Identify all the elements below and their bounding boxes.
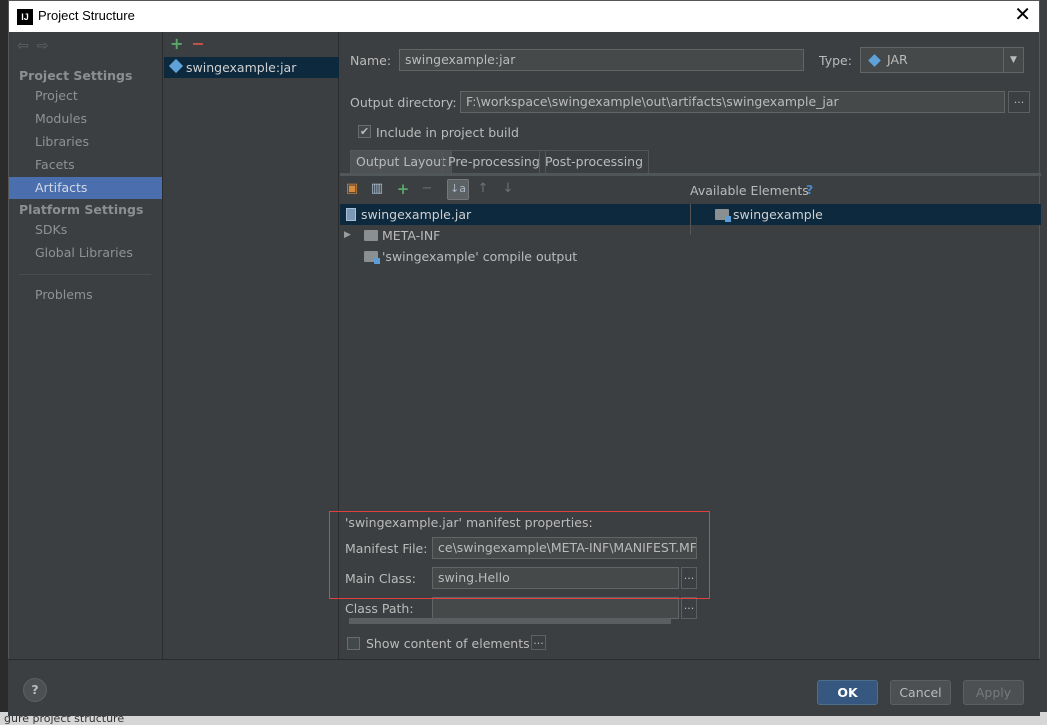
available-item-label: swingexample xyxy=(733,207,823,222)
tree-item-label: 'swingexample' compile output xyxy=(382,249,578,264)
tab-pre-processing[interactable]: Pre-processing xyxy=(442,150,546,173)
show-content-checkbox[interactable] xyxy=(347,637,360,650)
help-button[interactable]: ? xyxy=(23,678,47,702)
sidebar-item-problems[interactable]: Problems xyxy=(9,284,162,306)
type-label: Type: xyxy=(819,53,852,68)
folder-icon xyxy=(364,230,378,241)
add-copy-icon[interactable]: + xyxy=(396,182,410,197)
title-bar: IJ Project Structure ✕ xyxy=(9,1,1039,32)
sidebar-item-project[interactable]: Project xyxy=(9,85,162,107)
include-in-build-label: Include in project build xyxy=(376,125,519,140)
output-directory-browse-button[interactable]: ... xyxy=(1008,91,1030,113)
show-content-options-button[interactable]: ... xyxy=(531,635,546,650)
tree-item-swingexample-jar[interactable]: swingexample.jar xyxy=(340,204,690,225)
arrow-left-icon[interactable]: ⇦ xyxy=(17,38,37,54)
artifacts-list-panel: + − swingexample:jar xyxy=(164,32,339,660)
tree-item-compile-output[interactable]: 'swingexample' compile output xyxy=(340,246,690,267)
nav-arrows: ⇦⇨ xyxy=(17,38,56,54)
background-window-strip xyxy=(0,0,8,725)
jar-artifact-icon xyxy=(168,58,184,74)
dialog-button-bar: ? OK Cancel Apply xyxy=(8,659,1040,716)
available-elements-label: Available Elements xyxy=(690,183,809,198)
ok-button[interactable]: OK xyxy=(817,680,878,705)
tree-item-meta-inf[interactable]: ▶ META-INF xyxy=(340,225,690,246)
show-content-label: Show content of elements xyxy=(366,636,530,651)
sidebar-item-artifacts[interactable]: Artifacts xyxy=(9,177,162,199)
output-directory-label: Output directory: xyxy=(350,95,457,110)
available-elements-help-icon[interactable]: ? xyxy=(806,182,813,197)
jar-icon xyxy=(346,208,356,221)
expand-arrow-icon[interactable]: ▶ xyxy=(344,225,351,246)
sidebar-divider xyxy=(19,274,151,275)
sidebar-item-libraries[interactable]: Libraries xyxy=(9,131,162,153)
chevron-down-icon[interactable]: ▼ xyxy=(1003,48,1023,72)
intellij-app-icon: IJ xyxy=(17,9,33,25)
project-structure-dialog: IJ Project Structure ✕ ⇦⇨ Project Settin… xyxy=(8,0,1041,716)
artifact-item-label: swingexample:jar xyxy=(186,60,297,75)
available-item-swingexample[interactable]: swingexample xyxy=(690,204,1041,225)
output-directory-input[interactable]: F:\workspace\swingexample\out\artifacts\… xyxy=(460,91,1005,113)
class-path-browse-button[interactable]: ... xyxy=(681,597,697,619)
create-archive-icon[interactable]: ▥ xyxy=(370,182,384,196)
panes-divider xyxy=(690,225,691,235)
type-select[interactable]: JAR ▼ xyxy=(860,47,1024,73)
tree-item-label: META-INF xyxy=(382,228,441,243)
apply-button[interactable]: Apply xyxy=(963,680,1024,705)
class-path-input[interactable] xyxy=(432,597,679,619)
close-icon[interactable]: ✕ xyxy=(1014,4,1031,26)
artifact-item-swingexample-jar[interactable]: swingexample:jar xyxy=(164,57,339,78)
module-folder-icon xyxy=(715,209,731,222)
horizontal-scrollbar[interactable] xyxy=(349,618,671,624)
sidebar-item-global-libraries[interactable]: Global Libraries xyxy=(9,242,162,264)
jar-type-icon xyxy=(868,54,881,67)
sidebar-item-sdks[interactable]: SDKs xyxy=(9,219,162,241)
settings-sidebar: ⇦⇨ Project Settings Project Modules Libr… xyxy=(9,32,163,660)
name-input[interactable]: swingexample:jar xyxy=(399,49,804,71)
include-in-build-checkbox[interactable]: ✔ xyxy=(358,125,371,138)
arrow-down-icon[interactable]: ↓ xyxy=(501,182,515,196)
sidebar-item-facets[interactable]: Facets xyxy=(9,154,162,176)
project-settings-header: Project Settings xyxy=(19,68,133,83)
arrow-up-icon[interactable]: ↑ xyxy=(476,182,490,196)
window-title: Project Structure xyxy=(38,8,135,23)
module-folder-icon xyxy=(364,251,380,264)
class-path-label: Class Path: xyxy=(345,601,414,616)
cancel-button[interactable]: Cancel xyxy=(890,680,951,705)
platform-settings-header: Platform Settings xyxy=(19,202,144,217)
type-select-value: JAR xyxy=(887,52,908,67)
tab-post-processing[interactable]: Post-processing xyxy=(539,150,650,173)
name-label: Name: xyxy=(350,53,392,68)
tab-output-layout[interactable]: Output Layout xyxy=(350,150,452,173)
artifact-list-toolbar: + − xyxy=(170,34,205,53)
sort-elements-icon[interactable]: ↓a xyxy=(447,179,469,200)
annotation-highlight-box xyxy=(329,511,710,599)
remove-artifact-icon[interactable]: − xyxy=(191,34,204,53)
sidebar-item-modules[interactable]: Modules xyxy=(9,108,162,130)
new-directory-icon[interactable]: ▣ xyxy=(345,182,359,196)
add-artifact-icon[interactable]: + xyxy=(170,34,183,53)
remove-icon[interactable]: − xyxy=(420,182,434,196)
tree-item-label: swingexample.jar xyxy=(361,207,472,222)
arrow-right-icon[interactable]: ⇨ xyxy=(37,38,57,54)
